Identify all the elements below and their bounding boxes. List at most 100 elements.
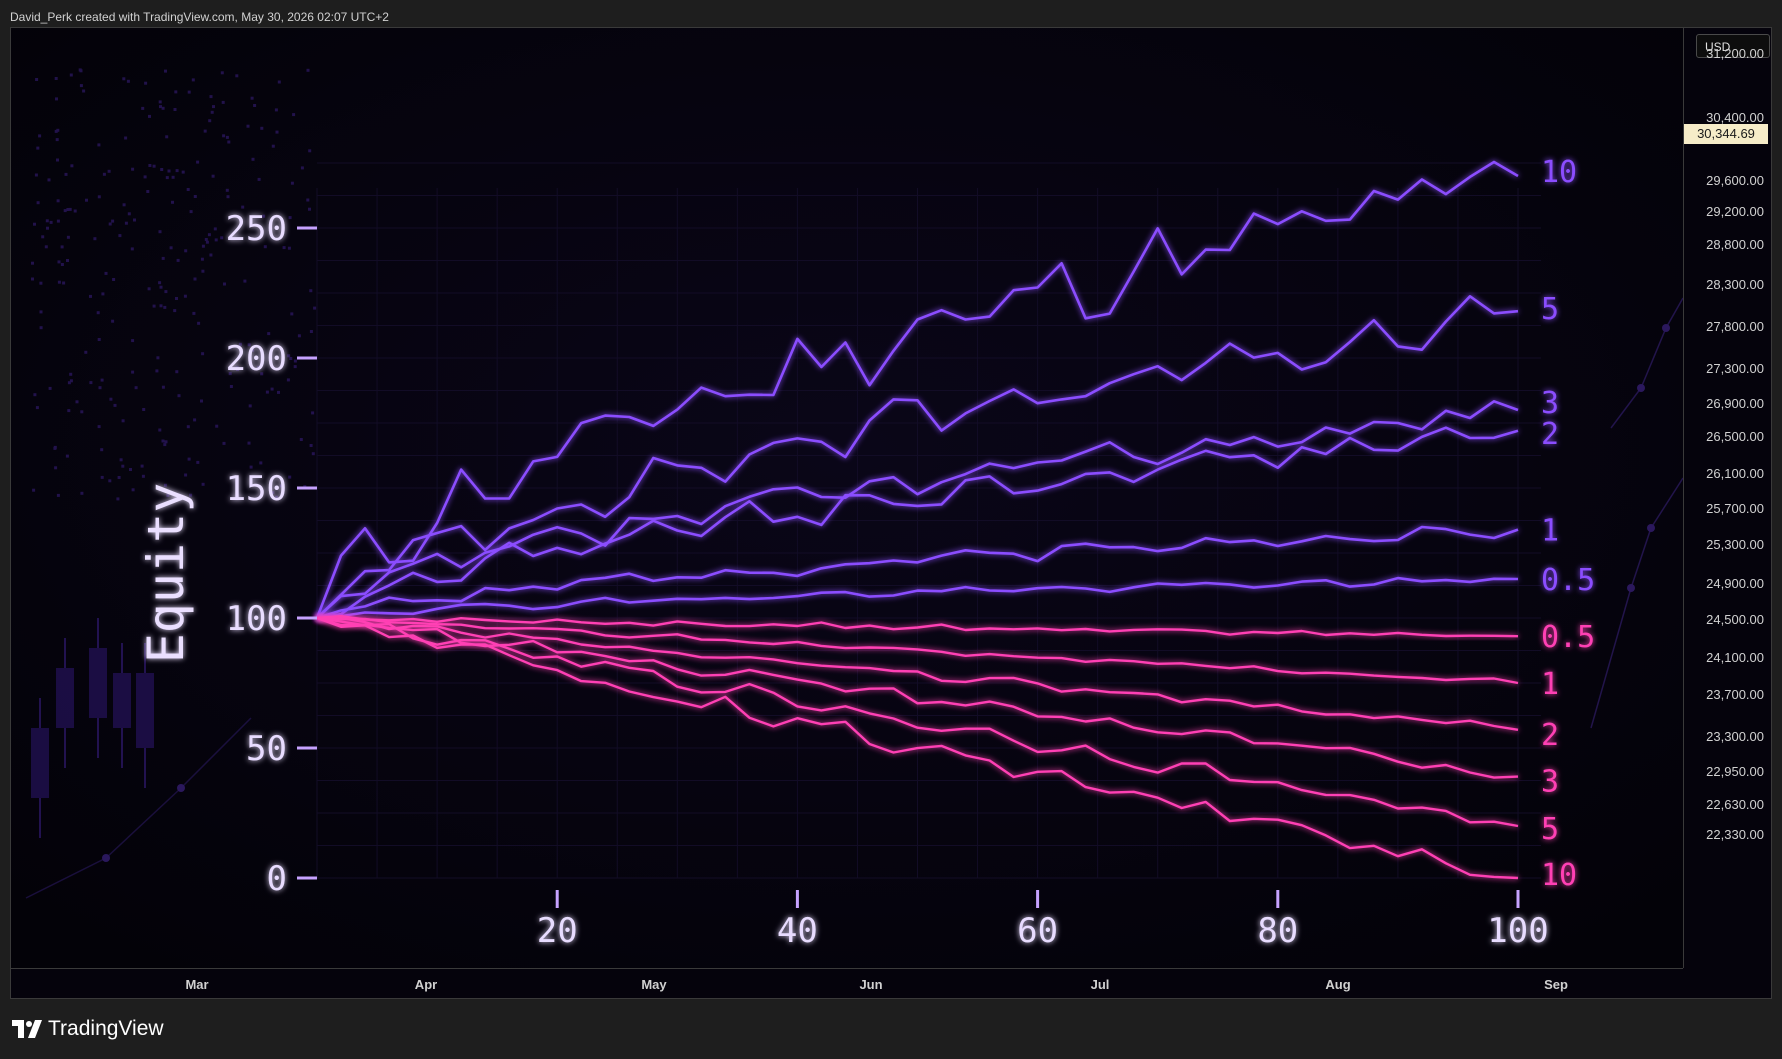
map-dot [38,134,42,138]
map-dot [187,457,191,461]
map-dot [73,209,77,213]
map-dot [100,378,104,382]
map-dot [148,114,151,118]
network-node [1647,524,1655,532]
map-dot [292,113,296,117]
chart-plot-area[interactable]: 0 50 100 150 200 250 20 40 60 80 100 Equity 10 5 3 2 1 0… [11,28,1683,968]
map-dot [274,108,278,112]
map-dot [214,238,218,242]
map-dot [84,350,88,354]
map-dot [200,399,203,403]
map-dot [31,261,34,265]
map-dot [308,207,311,211]
map-dot [56,493,60,497]
price-scale[interactable]: USD 31,200.00 30,400.00 29,600.00 29,200.00… [1683,28,1771,968]
map-dot [39,326,43,330]
map-dot [89,294,92,298]
map-dot [211,174,215,178]
map-dot [287,246,291,250]
map-dot [69,372,73,376]
map-dot [225,188,229,192]
map-dot [100,448,104,452]
map-dot [100,475,104,479]
price-label: 29,600.00 [1706,173,1764,188]
map-dot [80,410,84,414]
map-dot [163,443,167,447]
price-label: 22,950.00 [1706,764,1764,779]
map-dot [85,198,88,202]
price-label: 24,500.00 [1706,612,1764,627]
map-dot [69,379,73,383]
map-dot [33,393,37,397]
map-dot [142,408,146,411]
series-label: 3 [1541,765,1559,800]
series-label: 5 [1541,812,1559,847]
price-label: 24,100.00 [1706,650,1764,665]
map-dot [36,146,40,150]
map-dot [68,207,72,211]
map-dot [204,238,208,241]
brand-name: TradingView [48,1017,164,1040]
map-dot [167,169,171,173]
map-dot [54,466,58,470]
map-dot [159,304,163,308]
map-dot [131,339,135,343]
map-dot [163,305,167,309]
map-dot [57,280,61,284]
map-dot [293,359,297,363]
map-dot [265,390,269,394]
candle-body [89,648,107,718]
map-dot [146,190,150,193]
map-dot [201,352,205,356]
map-dot [175,370,179,374]
map-dot [56,219,60,223]
map-dot [227,140,231,144]
map-dot [246,124,250,128]
series-label: 3 [1541,386,1559,421]
network-node [1637,384,1645,392]
map-dot [121,419,125,423]
map-dot [127,212,131,216]
series-label: 1 [1541,514,1559,549]
map-dot [193,418,197,422]
map-dot [289,357,293,360]
attribution-bar: David_Perk created with TradingView.com,… [0,0,1782,27]
map-dot [160,168,164,171]
map-dot [108,222,112,226]
map-dot [141,106,145,110]
price-label: 28,300.00 [1706,277,1764,292]
map-dot [270,387,274,391]
map-dot [248,404,252,408]
map-dot [141,474,145,478]
time-axis[interactable]: Mar Apr May Jun Jul Aug Sep [11,968,1683,998]
map-dot [118,234,122,238]
y-tick-label: 150 [226,469,287,509]
map-dot [56,158,59,162]
map-dot [56,199,60,203]
map-dot [112,278,116,281]
map-dot [109,397,113,401]
x-tick-label: 20 [537,911,578,951]
map-dot [175,297,178,300]
map-dot [62,281,66,285]
map-dot [66,235,70,239]
map-dot [287,354,291,358]
series-label: 5 [1541,292,1559,327]
x-tick-label: 40 [777,911,818,951]
map-dot [297,334,301,338]
map-dot [32,488,36,492]
price-label: 28,800.00 [1706,237,1764,252]
map-dot [158,230,162,234]
map-dot [209,253,213,257]
y-tick-label: 100 [226,599,287,639]
map-dot [260,126,264,130]
map-dot [34,173,38,177]
map-dot [64,172,68,176]
map-dot [147,287,151,291]
price-label: 24,900.00 [1706,576,1764,591]
tradingview-logo[interactable]: TradingView [12,1017,164,1041]
map-dot [220,236,224,240]
price-label: 23,300.00 [1706,729,1764,744]
price-label: 22,630.00 [1706,797,1764,812]
map-dot [79,69,83,73]
